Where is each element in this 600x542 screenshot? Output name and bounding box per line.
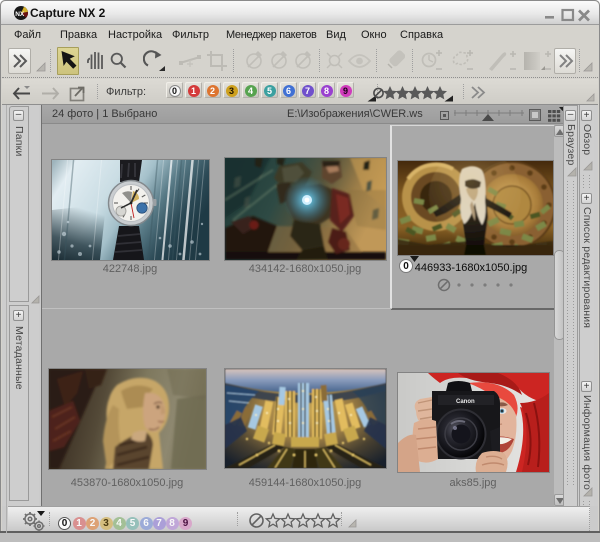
- svg-text:Canon: Canon: [456, 399, 475, 405]
- svg-text:NX: NX: [15, 11, 25, 18]
